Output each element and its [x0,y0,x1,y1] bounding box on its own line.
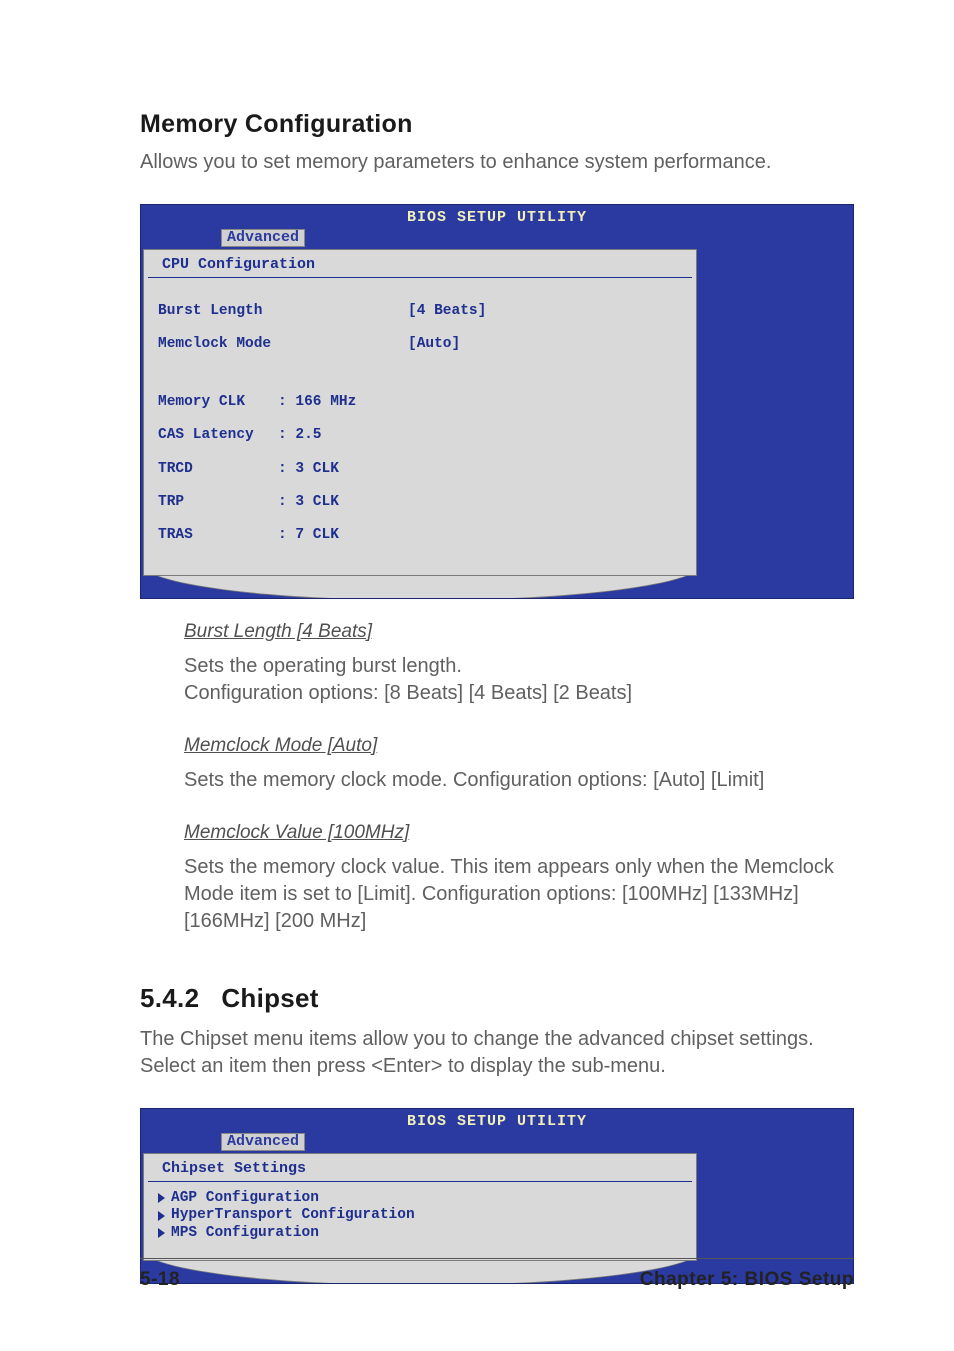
bios-panel-title: CPU Configuration [148,250,692,278]
bios-utility-title: BIOS SETUP UTILITY [141,1109,853,1132]
subhead-burst-length: Burst Length [4 Beats] [184,621,854,643]
bios-info-value: : 2.5 [278,427,322,444]
triangle-icon [158,1211,165,1221]
bios-info-value: : 166 MHz [278,394,356,411]
bios-submenu-item: MPS Configuration [144,1225,696,1242]
bios-info-value: : 3 CLK [278,461,339,478]
text-memclock-mode: Sets the memory clock mode. Configuratio… [184,767,854,794]
bios-tab-advanced: Advanced [221,1133,305,1151]
chapter-title: Chapter 5: BIOS Setup [640,1269,854,1291]
text-line: Sets the operating burst length. [184,655,462,677]
bios-row-value: [4 Beats] [408,303,486,320]
bios-row-value: [Auto] [408,336,460,353]
bios-item-label: HyperTransport Configuration [171,1207,415,1224]
bios-item-label: MPS Configuration [171,1225,319,1242]
intro-chipset: The Chipset menu items allow you to chan… [140,1026,854,1080]
bios-info-label: TRCD [158,461,278,478]
text-burst-length: Sets the operating burst length. Configu… [184,653,854,707]
bios-submenu-item: AGP Configuration [144,1190,696,1207]
bios-row-label: Memclock Mode [158,336,408,353]
page-number: 5-18 [140,1269,180,1291]
bios-submenu-item: HyperTransport Configuration [144,1207,696,1224]
bios-info-label: Memory CLK [158,394,278,411]
bios-utility-title: BIOS SETUP UTILITY [141,205,853,228]
bios-row-label: Burst Length [158,303,408,320]
triangle-icon [158,1228,165,1238]
bios-info-value: : 3 CLK [278,494,339,511]
bios-tab-advanced: Advanced [221,229,305,247]
bios-info-label: TRAS [158,527,278,544]
subhead-memclock-mode: Memclock Mode [Auto] [184,735,854,757]
section-number: 5.4.2 [140,983,199,1013]
bios-info-label: TRP [158,494,278,511]
bios-panel-title: Chipset Settings [148,1154,692,1182]
text-line: Configuration options: [8 Beats] [4 Beat… [184,682,632,704]
heading-chipset: 5.4.2 Chipset [140,983,854,1014]
bios-info-label: CAS Latency [158,427,278,444]
bios-info-value: : 7 CLK [278,527,339,544]
page-footer: 5-18 Chapter 5: BIOS Setup [140,1258,854,1291]
intro-memory-configuration: Allows you to set memory parameters to e… [140,149,854,176]
bios-item-label: AGP Configuration [171,1190,319,1207]
section-title: Chipset [221,983,318,1013]
bios-screenshot-memory: BIOS SETUP UTILITY Advanced CPU Configur… [140,204,854,599]
text-memclock-value: Sets the memory clock value. This item a… [184,854,854,935]
heading-memory-configuration: Memory Configuration [140,110,854,139]
subhead-memclock-value: Memclock Value [100MHz] [184,822,854,844]
triangle-icon [158,1193,165,1203]
